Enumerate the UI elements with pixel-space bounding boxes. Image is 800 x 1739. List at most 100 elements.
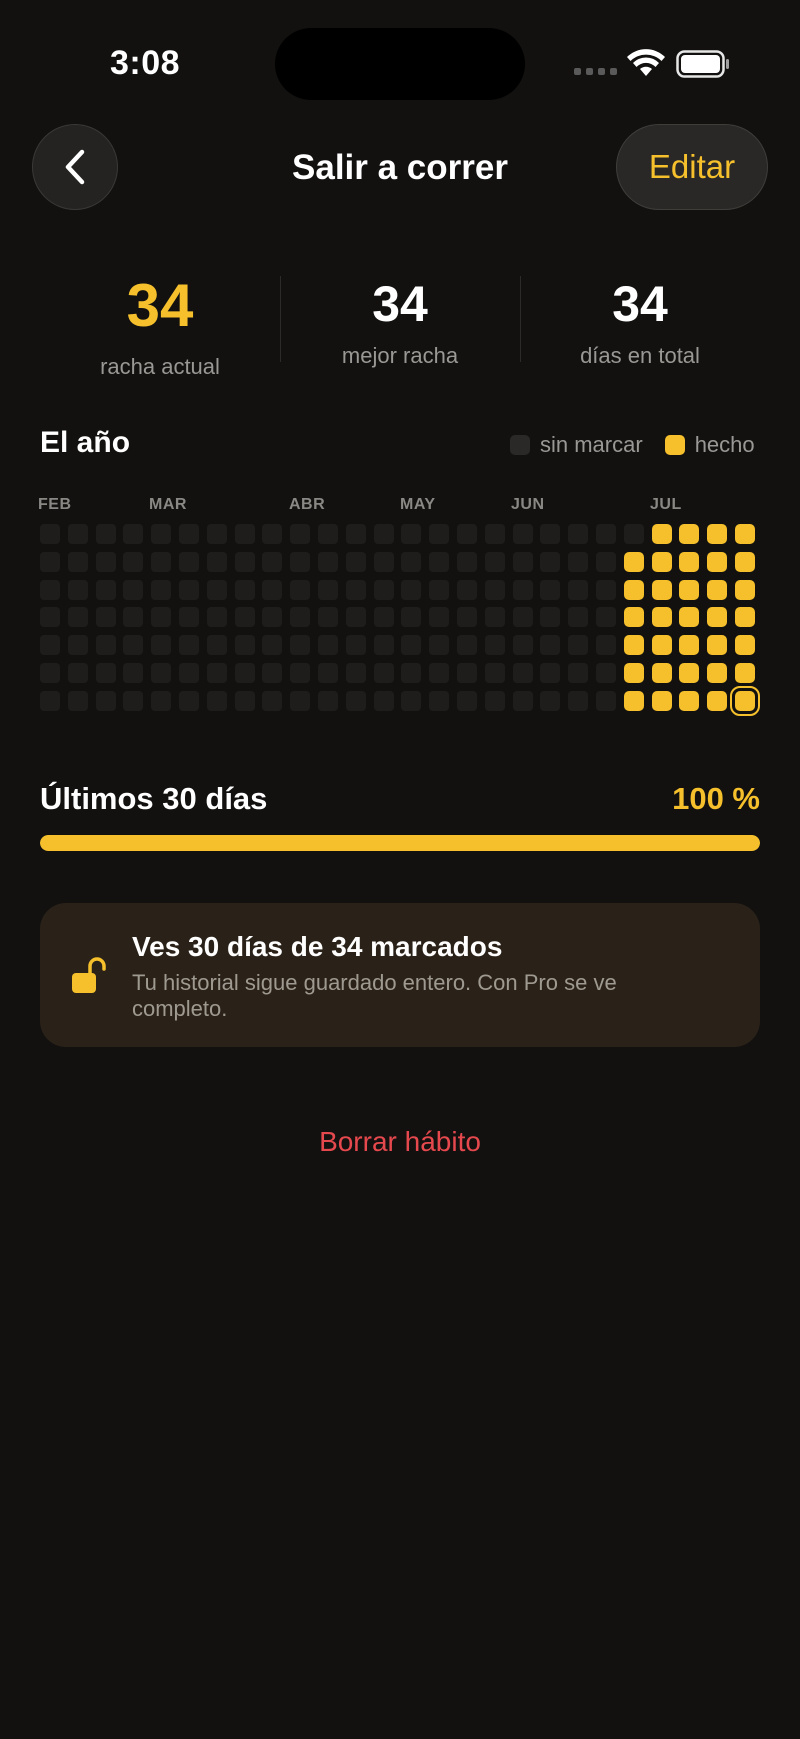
heatmap-cell-empty xyxy=(540,690,561,711)
heatmap-cell-empty xyxy=(151,690,172,711)
heatmap-cell-empty xyxy=(373,690,394,711)
progress-bar-fill xyxy=(40,835,760,851)
heatmap-cell-empty xyxy=(568,635,589,656)
heatmap-cell-done xyxy=(735,524,755,544)
heatmap-cell-empty xyxy=(596,635,616,656)
heatmap-cell-empty xyxy=(401,690,422,711)
heatmap-cell-empty xyxy=(262,579,283,600)
heatmap-cell-done xyxy=(623,607,644,628)
heatmap-cell-done xyxy=(735,551,755,572)
heatmap-cell-empty xyxy=(123,524,144,544)
heatmap-cell-done xyxy=(679,579,700,600)
heatmap-cell-empty xyxy=(540,551,561,572)
edit-button[interactable]: Editar xyxy=(616,124,768,210)
heatmap-cell-empty xyxy=(401,663,422,683)
heatmap-cell-empty xyxy=(67,663,88,683)
notice-text: Tu historial sigue guardado entero. Con … xyxy=(132,970,617,1021)
heatmap-cell-empty xyxy=(290,524,311,544)
heatmap-cell-done xyxy=(707,551,728,572)
unlock-icon xyxy=(72,957,106,993)
year-section-title: El año xyxy=(40,426,131,459)
heatmap-cell-empty xyxy=(290,551,311,572)
heatmap-cell-empty xyxy=(484,551,505,572)
heatmap-cell-done xyxy=(735,635,755,656)
heatmap-cell-empty xyxy=(429,551,450,572)
heatmap-cell-empty xyxy=(206,524,227,544)
heatmap-cell-empty xyxy=(262,663,283,683)
heatmap-cell-empty xyxy=(512,663,533,683)
heatmap-cell-empty xyxy=(179,551,199,572)
heatmap-cell-empty xyxy=(429,663,450,683)
stat-best-streak: 34 mejor racha xyxy=(280,279,520,369)
heatmap-cell-empty xyxy=(373,579,394,600)
heatmap-cell-empty xyxy=(179,524,199,544)
heatmap-cell-empty xyxy=(401,551,422,572)
heatmap-cell-empty xyxy=(596,524,616,544)
heatmap-cell-empty xyxy=(95,524,116,544)
heatmap-cell-empty xyxy=(206,663,227,683)
heatmap-cell-empty xyxy=(40,663,60,683)
heatmap-cell-empty xyxy=(457,663,477,683)
wifi-icon xyxy=(627,49,665,76)
delete-habit-button[interactable]: Borrar hábito xyxy=(0,1126,800,1158)
heatmap-cell-done xyxy=(623,663,644,683)
heatmap-cell-empty xyxy=(318,524,338,544)
heatmap-cell-done xyxy=(623,579,644,600)
heatmap-cell-empty xyxy=(151,524,172,544)
heatmap-cell-done xyxy=(679,663,700,683)
heatmap-cell-empty xyxy=(540,663,561,683)
heatmap-cell-empty xyxy=(179,579,199,600)
heatmap-cell-empty xyxy=(318,663,338,683)
heatmap-cell-empty xyxy=(206,607,227,628)
heatmap-cell-empty xyxy=(401,635,422,656)
heatmap-cell-empty xyxy=(512,551,533,572)
heatmap-cell-done xyxy=(679,635,700,656)
month-label: ABR xyxy=(289,496,326,513)
heatmap-cell-empty xyxy=(67,551,88,572)
heatmap-cell-empty xyxy=(123,635,144,656)
heatmap-cell-done xyxy=(707,635,728,656)
stat-value: 34 xyxy=(372,276,428,332)
stat-label: días en total xyxy=(580,343,700,368)
heatmap-cell-empty xyxy=(67,690,88,711)
heatmap-cell-empty xyxy=(318,635,338,656)
heatmap-cell-empty xyxy=(345,524,366,544)
battery-icon xyxy=(676,50,729,78)
heatmap-cell-empty xyxy=(95,690,116,711)
heatmap-cell-empty xyxy=(373,635,394,656)
heatmap-cell-empty xyxy=(484,690,505,711)
heatmap-cell-empty xyxy=(40,635,60,656)
heatmap-cell-empty xyxy=(429,524,450,544)
heatmap-cell-empty xyxy=(345,635,366,656)
heatmap-cell-empty xyxy=(512,607,533,628)
heatmap-cell-empty xyxy=(290,579,311,600)
heatmap-cell-empty xyxy=(512,579,533,600)
heatmap-cell-empty xyxy=(457,551,477,572)
heatmap-cell-empty xyxy=(401,524,422,544)
heatmap-cell-empty xyxy=(40,524,60,544)
heatmap-cell-done xyxy=(679,607,700,628)
heatmap-cell-empty xyxy=(568,579,589,600)
heatmap-cell-empty xyxy=(151,551,172,572)
heatmap-cell-empty xyxy=(568,607,589,628)
heatmap-cell-empty xyxy=(596,551,616,572)
heatmap-cell-empty xyxy=(318,579,338,600)
heatmap-cell-empty xyxy=(596,663,616,683)
heatmap-cell-empty xyxy=(568,524,589,544)
heatmap-cell-empty xyxy=(67,579,88,600)
stat-value: 34 xyxy=(612,276,668,332)
heatmap-cell-empty xyxy=(123,607,144,628)
heatmap-cell-empty xyxy=(290,690,311,711)
heatmap-cell-empty xyxy=(512,524,533,544)
heatmap-cell-empty xyxy=(262,524,283,544)
heatmap-cell-empty xyxy=(123,690,144,711)
heatmap-cell-empty xyxy=(95,551,116,572)
heatmap-cell-empty xyxy=(123,663,144,683)
heatmap-cell-empty xyxy=(540,607,561,628)
heatmap-cell-empty xyxy=(318,607,338,628)
heatmap-cell-empty xyxy=(179,607,199,628)
heatmap-cell-empty xyxy=(95,607,116,628)
heatmap-cell-empty xyxy=(484,663,505,683)
heatmap-cell-empty xyxy=(596,579,616,600)
heatmap-cell-done xyxy=(707,607,728,628)
